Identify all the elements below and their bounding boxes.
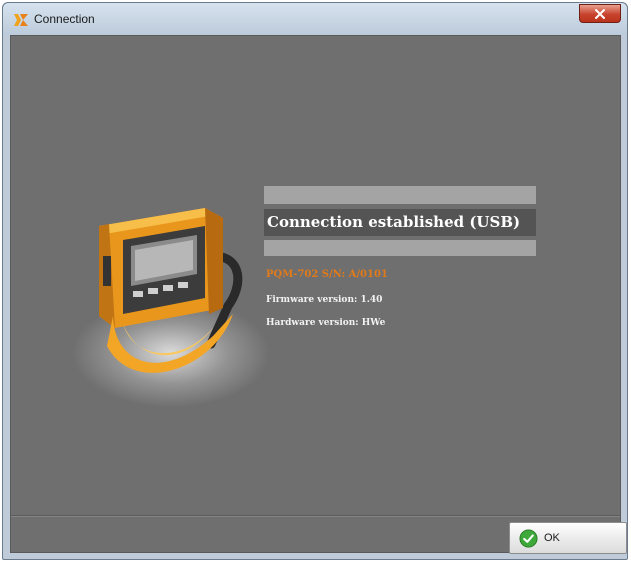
connection-status: Connection established (USB) bbox=[264, 209, 536, 236]
status-rule-bottom bbox=[264, 240, 536, 256]
ok-label: OK bbox=[544, 532, 560, 544]
firmware-version: Firmware version: 1.40 bbox=[266, 295, 383, 305]
device-serial: PQM-702 S/N: A/0101 bbox=[266, 269, 388, 280]
status-rule-top bbox=[264, 186, 536, 204]
hardware-version: Hardware version: HWe bbox=[266, 318, 386, 328]
app-logo-icon bbox=[14, 14, 28, 26]
close-icon bbox=[595, 8, 605, 19]
ok-button[interactable]: OK bbox=[509, 522, 627, 554]
footer-divider bbox=[11, 515, 620, 517]
connection-window: Connection Connection established (USB) … bbox=[2, 2, 628, 560]
window-title: Connection bbox=[34, 12, 95, 26]
title-bar[interactable]: Connection bbox=[3, 3, 627, 35]
meter-device-image bbox=[99, 208, 243, 373]
close-button[interactable] bbox=[579, 4, 621, 23]
dialog-content: Connection established (USB) PQM-702 S/N… bbox=[10, 35, 627, 554]
check-icon bbox=[519, 528, 538, 548]
